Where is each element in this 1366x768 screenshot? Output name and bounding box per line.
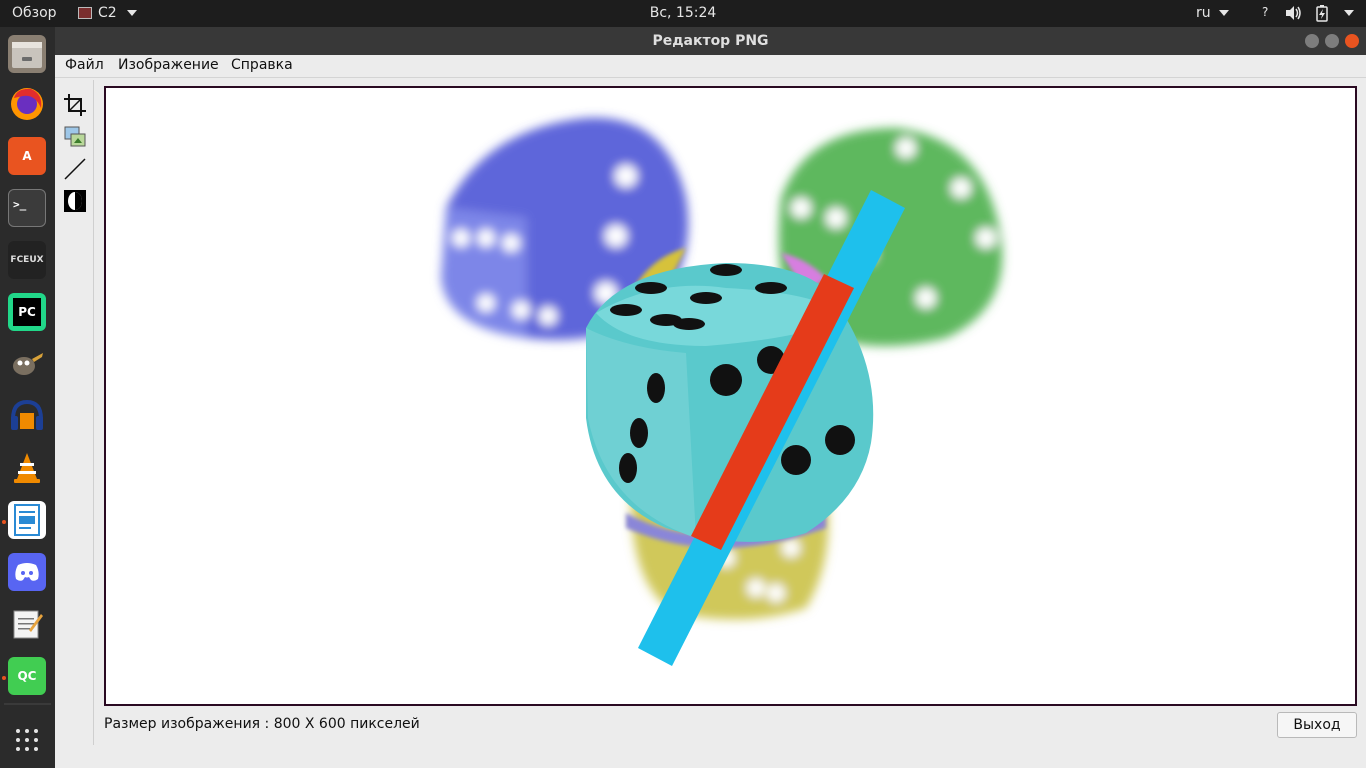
dice-image <box>441 117 1003 666</box>
toolbar-divider <box>93 80 94 745</box>
fceux-icon[interactable]: FCEUX <box>8 241 46 279</box>
firefox-icon[interactable] <box>8 85 46 123</box>
chevron-down-icon <box>1219 10 1230 16</box>
invert-icon[interactable] <box>62 188 88 214</box>
battery-icon[interactable] <box>1316 5 1328 26</box>
crop-icon[interactable] <box>62 92 88 118</box>
keyboard-layout-indicator[interactable]: ru <box>1196 5 1230 21</box>
image-canvas[interactable] <box>104 86 1357 706</box>
qtcreator-icon[interactable]: QC <box>8 657 46 695</box>
menu-divider <box>55 77 1366 78</box>
discord-icon[interactable] <box>8 553 46 591</box>
maximize-button[interactable] <box>1325 34 1339 48</box>
apps-grid-icon[interactable] <box>8 721 46 759</box>
close-button[interactable] <box>1345 34 1359 48</box>
dock-divider <box>4 703 51 705</box>
menu-image[interactable]: Изображение <box>118 57 219 73</box>
window-title: Редактор PNG <box>652 33 769 49</box>
exit-button[interactable]: Выход <box>1277 712 1357 738</box>
clock[interactable]: Вс, 15:24 <box>0 5 1366 21</box>
writer-icon[interactable] <box>8 501 46 539</box>
help-icon[interactable]: ? <box>1262 5 1268 19</box>
audacity-icon[interactable] <box>8 397 46 435</box>
menu-file[interactable]: Файл <box>65 57 104 73</box>
gimp-icon[interactable] <box>8 345 46 383</box>
running-indicator <box>2 676 6 680</box>
language-label: ru <box>1196 5 1211 21</box>
files-icon[interactable] <box>8 35 46 73</box>
volume-icon[interactable] <box>1285 5 1303 25</box>
text-editor-icon[interactable] <box>8 605 46 643</box>
minimize-button[interactable] <box>1305 34 1319 48</box>
pycharm-icon[interactable]: PC <box>8 293 46 331</box>
software-center-icon[interactable]: A <box>8 137 46 175</box>
running-indicator <box>2 520 6 524</box>
terminal-icon[interactable]: >_ <box>8 189 46 227</box>
menu-help[interactable]: Справка <box>231 57 293 73</box>
line-icon[interactable] <box>62 156 88 182</box>
vlc-icon[interactable] <box>8 449 46 487</box>
system-menu-icon[interactable] <box>1340 5 1354 21</box>
image-size-status: Размер изображения : 800 X 600 пикселей <box>104 716 420 732</box>
menu-bar: Файл Изображение Справка <box>55 55 1366 77</box>
top-bar: Обзор C2 Вс, 15:24 ru ? <box>0 0 1366 27</box>
window-title-bar: Редактор PNG <box>55 27 1366 55</box>
dock: A >_ FCEUX PC QC <box>0 27 55 768</box>
image-layers-icon[interactable] <box>62 124 88 150</box>
